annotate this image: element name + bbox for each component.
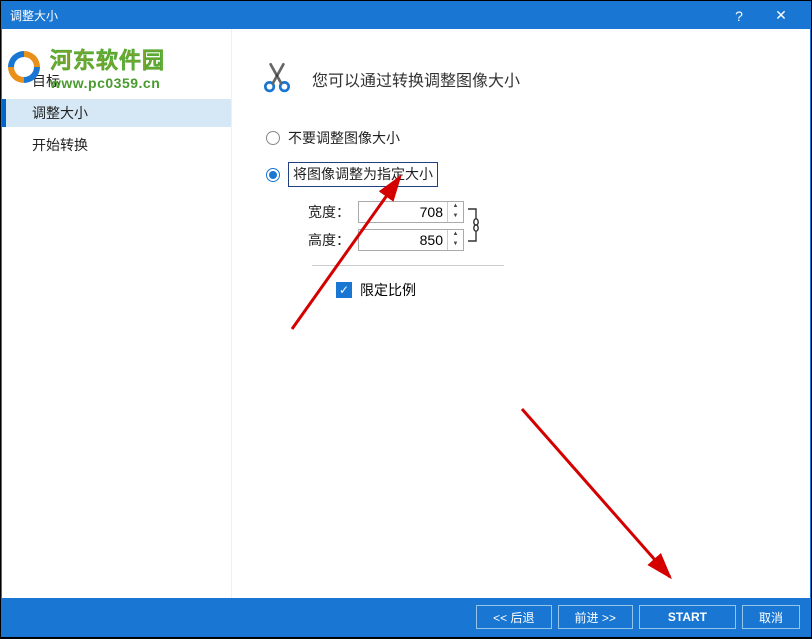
spinner-buttons[interactable]: ▲▼	[447, 202, 463, 222]
annotation-arrow-2	[512, 399, 682, 589]
back-button[interactable]: << 后退	[476, 605, 551, 629]
width-input[interactable]	[359, 202, 447, 222]
radio-no-resize[interactable]: 不要调整图像大小	[266, 128, 782, 148]
scissors-icon	[260, 59, 294, 98]
titlebar: 调整大小 ? ✕	[2, 2, 810, 29]
height-input[interactable]	[359, 230, 447, 250]
radio-label: 不要调整图像大小	[288, 128, 400, 148]
main-panel: 您可以通过转换调整图像大小 不要调整图像大小 将图像调整为指定大小 宽度：	[232, 29, 810, 598]
link-aspect-icon[interactable]	[466, 205, 480, 250]
width-spinner[interactable]: ▲▼	[358, 201, 464, 223]
footer: << 后退 前进 >> START 取消	[2, 598, 810, 636]
sidebar-item-label: 调整大小	[32, 103, 88, 123]
sidebar-item-target[interactable]: 目标	[2, 67, 231, 95]
radio-icon	[266, 131, 280, 145]
sidebar-item-start[interactable]: 开始转换	[2, 131, 231, 159]
forward-button[interactable]: 前进 >>	[558, 605, 633, 629]
dimensions-block: 宽度： ▲▼ 高度： ▲▼	[266, 201, 782, 300]
separator	[312, 265, 504, 266]
content-area: 河东软件园 www.pc0359.cn 目标 调整大小 开始转换	[2, 29, 810, 598]
page-header: 您可以通过转换调整图像大小	[260, 59, 782, 98]
resize-form: 不要调整图像大小 将图像调整为指定大小 宽度： ▲▼	[260, 128, 782, 300]
height-label: 高度：	[294, 230, 350, 250]
start-button[interactable]: START	[639, 605, 736, 629]
height-spinner[interactable]: ▲▼	[358, 229, 464, 251]
checkbox-icon: ✓	[336, 282, 352, 298]
sidebar-item-label: 目标	[32, 71, 60, 91]
sidebar-item-label: 开始转换	[32, 135, 88, 155]
radio-label: 将图像调整为指定大小	[288, 162, 438, 187]
page-title: 您可以通过转换调整图像大小	[312, 67, 520, 91]
sidebar-item-resize[interactable]: 调整大小	[2, 99, 231, 127]
radio-resize-specified[interactable]: 将图像调整为指定大小	[266, 162, 782, 187]
spinner-buttons[interactable]: ▲▼	[447, 230, 463, 250]
window-title: 调整大小	[10, 7, 718, 24]
close-button[interactable]: ✕	[760, 2, 802, 29]
width-row: 宽度： ▲▼	[294, 201, 782, 223]
app-window: 调整大小 ? ✕ 河东软件园 www.pc0359.cn 目标 调整大小	[1, 1, 811, 637]
lock-ratio-row[interactable]: ✓ 限定比例	[336, 280, 782, 300]
help-button[interactable]: ?	[718, 2, 760, 29]
checkbox-label: 限定比例	[360, 280, 416, 300]
sidebar: 目标 调整大小 开始转换	[2, 29, 232, 598]
radio-icon	[266, 168, 280, 182]
width-label: 宽度：	[294, 202, 350, 222]
cancel-button[interactable]: 取消	[742, 605, 800, 629]
height-row: 高度： ▲▼	[294, 229, 782, 251]
